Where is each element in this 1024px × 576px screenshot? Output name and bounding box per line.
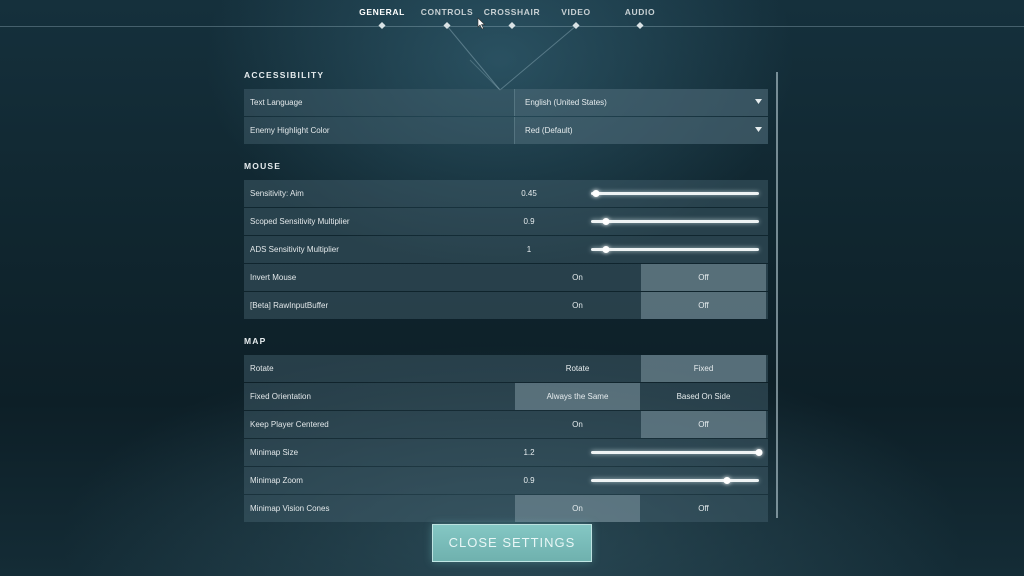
setting-label: Enemy Highlight Color: [250, 126, 330, 135]
setting-label: Text Language: [250, 98, 303, 107]
setting-label: Minimap Vision Cones: [250, 504, 330, 513]
slider-value[interactable]: 1.2: [523, 439, 534, 466]
setting-label: [Beta] RawInputBuffer: [250, 301, 329, 310]
setting-row-raw-input-buffer: [Beta] RawInputBuffer On Off: [244, 292, 768, 319]
scoped-sensitivity-slider[interactable]: [591, 218, 759, 225]
vision-cones-off-option[interactable]: Off: [641, 495, 766, 522]
invert-mouse-on-option[interactable]: On: [515, 264, 640, 291]
setting-label: Sensitivity: Aim: [250, 189, 304, 198]
vision-cones-on-option[interactable]: On: [515, 495, 640, 522]
setting-row-minimap-zoom: Minimap Zoom 0.9: [244, 467, 768, 494]
text-language-dropdown[interactable]: English (United States): [514, 89, 768, 116]
close-settings-button[interactable]: CLOSE SETTINGS: [432, 524, 592, 562]
setting-row-minimap-size: Minimap Size 1.2: [244, 439, 768, 466]
settings-scrollbar[interactable]: [776, 72, 778, 518]
keep-centered-on-option[interactable]: On: [515, 411, 640, 438]
setting-label: Minimap Size: [250, 448, 299, 457]
setting-row-enemy-highlight-color: Enemy Highlight Color Red (Default): [244, 117, 768, 144]
slider-thumb[interactable]: [592, 190, 600, 197]
invert-mouse-off-option[interactable]: Off: [641, 264, 766, 291]
setting-label: Scoped Sensitivity Multiplier: [250, 217, 350, 226]
slider-thumb[interactable]: [602, 246, 610, 253]
section-title-mouse: MOUSE: [244, 161, 282, 171]
setting-label: Keep Player Centered: [250, 420, 329, 429]
minimap-size-slider[interactable]: [591, 449, 763, 456]
setting-row-scoped-sensitivity: Scoped Sensitivity Multiplier 0.9: [244, 208, 768, 235]
settings-panel: ACCESSIBILITY Text Language English (Uni…: [244, 60, 768, 522]
setting-label: Fixed Orientation: [250, 392, 311, 401]
rotate-rotate-option[interactable]: Rotate: [515, 355, 640, 382]
setting-row-fixed-orientation: Fixed Orientation Always the Same Based …: [244, 383, 768, 410]
minimap-zoom-slider[interactable]: [591, 477, 759, 484]
setting-row-sensitivity-aim: Sensitivity: Aim 0.45: [244, 180, 768, 207]
enemy-highlight-color-dropdown[interactable]: Red (Default): [514, 117, 768, 144]
caret-down-icon: [755, 127, 762, 132]
slider-value[interactable]: 0.9: [523, 208, 534, 235]
setting-row-ads-sensitivity: ADS Sensitivity Multiplier 1: [244, 236, 768, 263]
orientation-always-same-option[interactable]: Always the Same: [515, 383, 640, 410]
mouse-pointer-icon: [477, 17, 486, 30]
slider-value[interactable]: 0.45: [521, 180, 537, 207]
setting-row-keep-player-centered: Keep Player Centered On Off: [244, 411, 768, 438]
slider-thumb[interactable]: [602, 218, 610, 225]
setting-label: Invert Mouse: [250, 273, 297, 282]
slider-thumb[interactable]: [755, 449, 763, 456]
slider-value[interactable]: 1: [527, 236, 531, 263]
ads-sensitivity-slider[interactable]: [591, 246, 759, 253]
sensitivity-aim-slider[interactable]: [591, 190, 759, 197]
setting-row-text-language: Text Language English (United States): [244, 89, 768, 116]
section-title-accessibility: ACCESSIBILITY: [244, 70, 325, 80]
setting-label: Minimap Zoom: [250, 476, 303, 485]
setting-row-minimap-vision-cones: Minimap Vision Cones On Off: [244, 495, 768, 522]
setting-row-invert-mouse: Invert Mouse On Off: [244, 264, 768, 291]
raw-input-off-option[interactable]: Off: [641, 292, 766, 319]
section-title-map: MAP: [244, 336, 267, 346]
raw-input-on-option[interactable]: On: [515, 292, 640, 319]
orientation-based-on-side-option[interactable]: Based On Side: [641, 383, 766, 410]
slider-thumb[interactable]: [723, 477, 731, 484]
caret-down-icon: [755, 99, 762, 104]
slider-value[interactable]: 0.9: [523, 467, 534, 494]
setting-label: ADS Sensitivity Multiplier: [250, 245, 339, 254]
dropdown-value: English (United States): [525, 98, 607, 107]
setting-label: Rotate: [250, 364, 274, 373]
rotate-fixed-option[interactable]: Fixed: [641, 355, 766, 382]
keep-centered-off-option[interactable]: Off: [641, 411, 766, 438]
dropdown-value: Red (Default): [525, 126, 573, 135]
setting-row-rotate: Rotate Rotate Fixed: [244, 355, 768, 382]
